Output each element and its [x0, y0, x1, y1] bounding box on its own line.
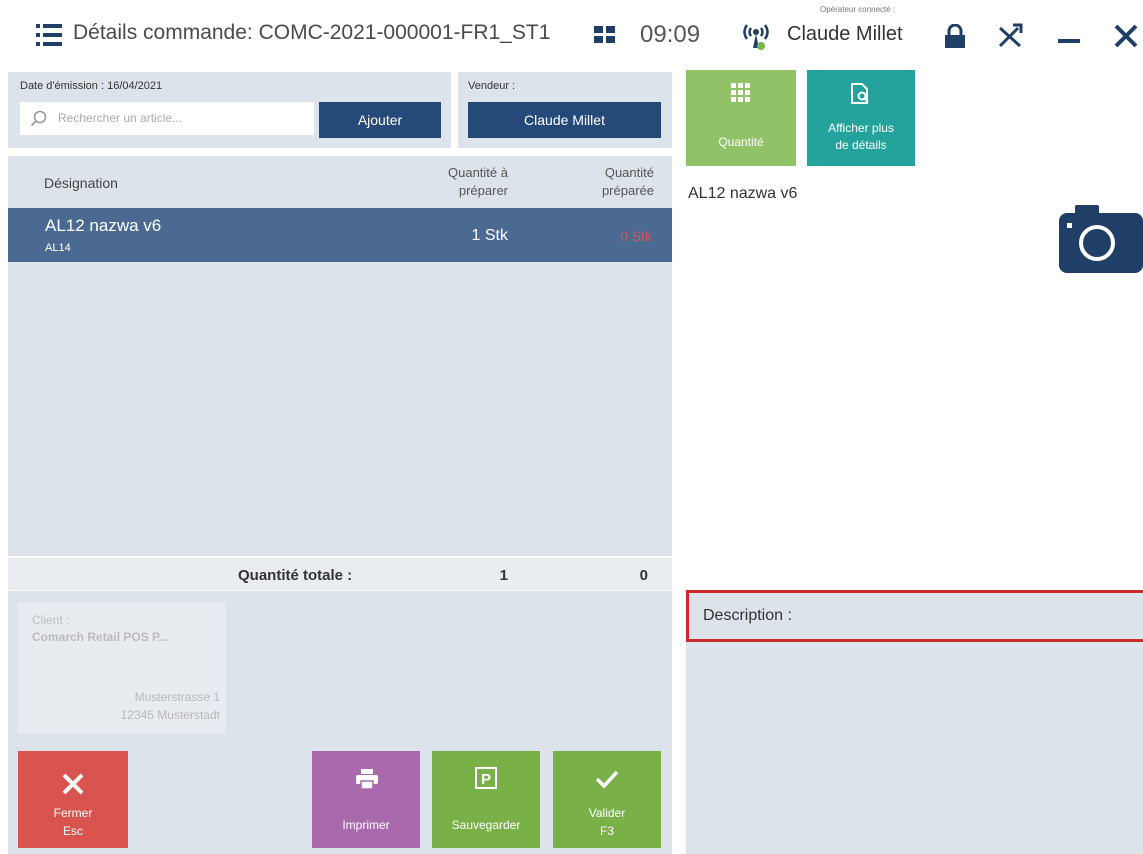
vendor-select[interactable]: Claude Millet: [468, 102, 661, 138]
client-label: Client :: [32, 613, 70, 627]
operator-name[interactable]: Claude Millet: [787, 23, 903, 46]
grid-icon[interactable]: [594, 26, 616, 44]
total-bar: Quantité totale : 1 0: [8, 558, 672, 590]
x-icon: [62, 773, 84, 795]
search-placeholder: Rechercher un article...: [58, 111, 183, 125]
col-qty-prepared: Quantité préparée: [601, 165, 654, 198]
close-icon[interactable]: [1113, 23, 1139, 49]
document-search-icon: [851, 83, 869, 104]
svg-text:P: P: [481, 771, 491, 788]
save-button[interactable]: P Sauvegarder: [432, 751, 540, 848]
parking-icon: P: [475, 767, 497, 789]
item-qty-prepared: 0 Stk: [620, 228, 652, 244]
total-prepared: 0: [639, 567, 648, 584]
save-label: Sauvegarder: [451, 818, 521, 832]
item-list: Désignation Quantité à préparer Quantité…: [8, 156, 672, 556]
close-button[interactable]: Fermer Esc: [18, 751, 128, 848]
camera-icon[interactable]: [1059, 201, 1143, 273]
print-label: Imprimer: [342, 818, 390, 832]
more-details-label-1: Afficher plus: [828, 121, 894, 135]
order-header: Date d'émission : 16/04/2021 Rechercher …: [8, 72, 451, 148]
window-title: Détails commande: COMC-2021-000001-FR1_S…: [73, 21, 551, 44]
search-icon: [30, 110, 47, 127]
more-details-label-2: de détails: [835, 138, 887, 152]
item-name: AL12 nazwa v6: [45, 216, 162, 235]
description-field[interactable]: Description :: [686, 590, 1143, 642]
keypad-icon: [731, 83, 750, 102]
total-to-prepare: 1: [499, 567, 508, 584]
total-label: Quantité totale :: [238, 567, 353, 584]
article-name: AL12 nazwa v6: [688, 185, 798, 202]
more-details-button[interactable]: Afficher plus de détails: [807, 70, 915, 166]
menu-icon[interactable]: [36, 24, 62, 46]
minimize-icon[interactable]: [1058, 39, 1080, 43]
tools-icon[interactable]: [996, 22, 1024, 50]
description-label: Description :: [703, 607, 792, 624]
client-street: Musterstrasse 1: [134, 690, 220, 704]
client-name: Comarch Retail POS P...: [32, 630, 169, 644]
quantity-label: Quantité: [718, 135, 764, 149]
clock: 09:09: [640, 21, 701, 48]
issue-date: Date d'émission : 16/04/2021: [20, 80, 163, 92]
item-code: AL14: [45, 242, 71, 254]
vendor-panel: Vendeur : Claude Millet: [458, 72, 672, 148]
validate-label: Valider: [588, 806, 626, 820]
col-designation: Désignation: [44, 175, 118, 191]
add-button[interactable]: Ajouter: [319, 102, 441, 138]
list-header: Désignation Quantité à préparer Quantité…: [8, 156, 672, 208]
title-bar: Détails commande: COMC-2021-000001-FR1_S…: [0, 0, 1143, 70]
client-city: 12345 Musterstadt: [120, 708, 220, 722]
client-card[interactable]: Client : Comarch Retail POS P... Musters…: [18, 602, 226, 734]
validate-key: F3: [599, 824, 614, 838]
quantity-button[interactable]: Quantité: [686, 70, 796, 166]
lock-icon[interactable]: [943, 23, 967, 50]
col-qty-to-prepare: Quantité à préparer: [448, 165, 508, 198]
table-row[interactable]: AL12 nazwa v6 AL14 1 Stk 0 Stk: [8, 208, 672, 262]
printer-icon: [356, 769, 378, 789]
vendor-label: Vendeur :: [468, 80, 516, 92]
item-qty-to-prepare: 1 Stk: [471, 227, 508, 244]
check-icon: [595, 770, 619, 789]
signal-icon: [740, 22, 772, 52]
close-label: Fermer: [53, 806, 93, 820]
validate-button[interactable]: Valider F3: [553, 751, 661, 848]
operator-label: Opérateur connecté :: [820, 5, 896, 14]
print-button[interactable]: Imprimer: [312, 751, 420, 848]
close-key: Esc: [62, 824, 83, 838]
search-input[interactable]: Rechercher un article...: [20, 102, 314, 135]
